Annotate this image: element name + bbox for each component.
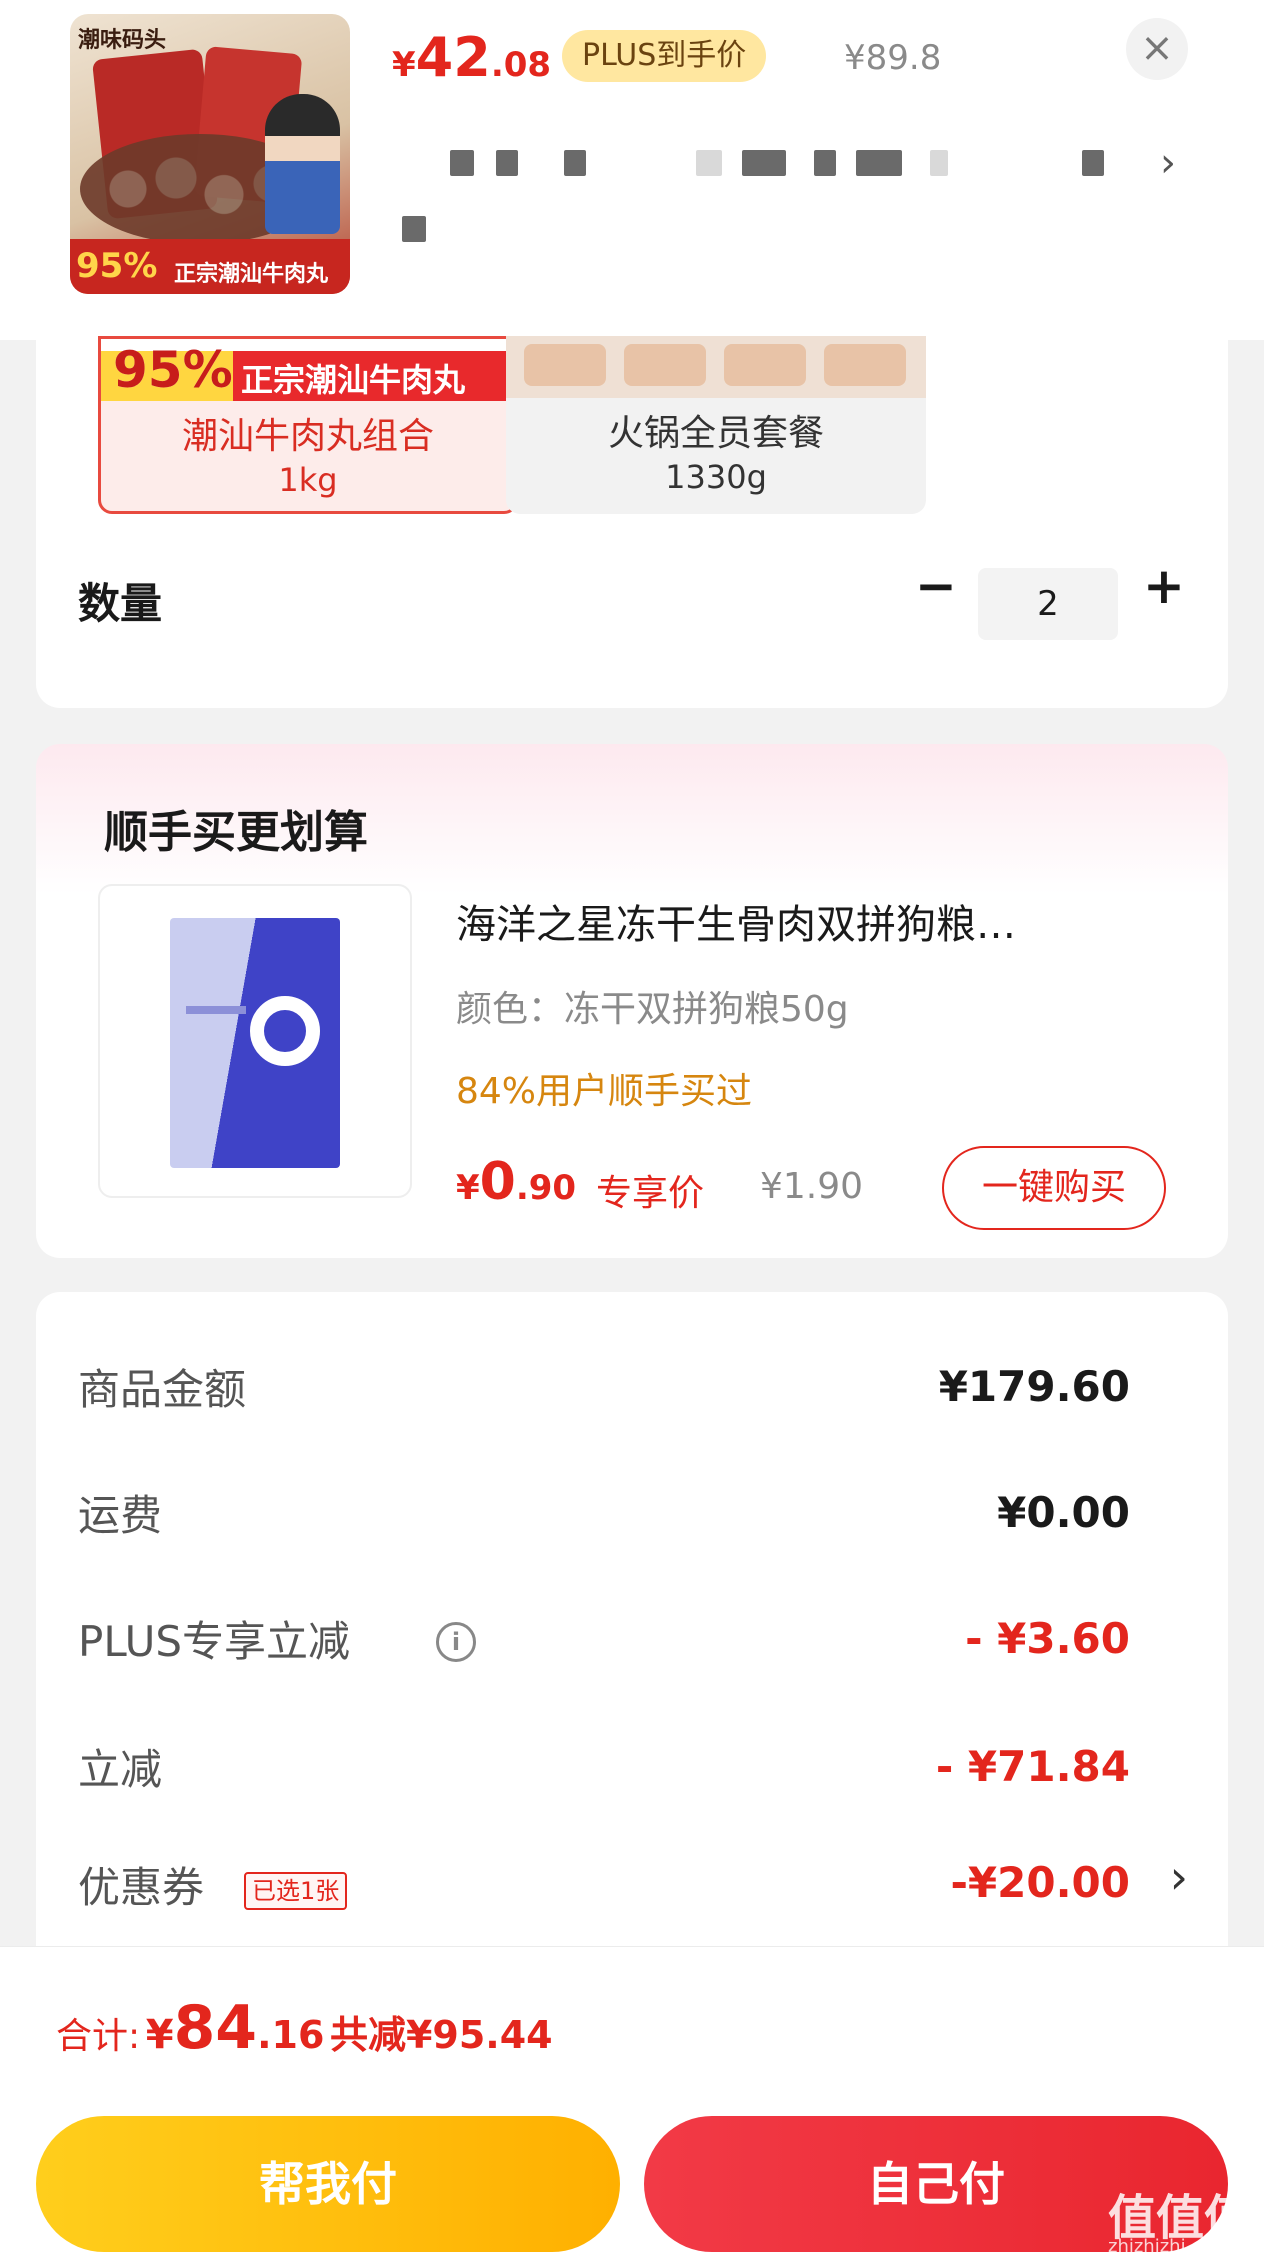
info-icon[interactable]: i [436,1622,476,1662]
summary-value-shipping: ¥0.00 [997,1488,1130,1537]
addon-original-price: ¥1.90 [760,1166,864,1207]
option-image-item [624,344,706,386]
addon-card: 顺手买更划算 海洋之星冻干生骨肉双拼狗粮… 颜色：冻干双拼狗粮50g 84%用户… [36,744,1228,1258]
addon-variant: 颜色：冻干双拼狗粮50g [456,989,849,1030]
help-me-pay-button[interactable]: 帮我付 [36,2116,620,2252]
addon-social-proof: 84%用户顺手买过 [456,1071,753,1112]
chevron-right-icon[interactable]: › [1160,140,1176,186]
addon-price: ¥0.90 [456,1152,576,1212]
product-thumbnail[interactable]: 潮味码头 95% 正宗潮汕牛肉丸 [70,14,350,294]
addon-product-name[interactable]: 海洋之星冻干生骨肉双拼狗粮… [456,892,1196,950]
redacted-text [696,150,722,176]
redacted-text [450,150,474,176]
product-header: 潮味码头 95% 正宗潮汕牛肉丸 ¥42.08 PLUS到手价 ¥89.8 × … [0,0,1264,340]
plus-price-tag: PLUS到手价 [562,30,767,82]
one-click-buy-button[interactable]: 一键购买 [942,1146,1166,1230]
addon-price-decimal: .90 [515,1168,577,1208]
option-image-item [724,344,806,386]
redacted-text [814,150,836,176]
summary-label-subtotal: 商品金额 [78,1365,247,1414]
option-percent: 95% [113,341,233,399]
summary-value-subtotal: ¥179.60 [938,1362,1130,1411]
watermark-url: zhizhizhi.com [1108,2236,1230,2257]
total-decimal: .16 [257,2013,325,2057]
redacted-text [930,150,948,176]
summary-label-plus-discount: PLUS专享立减 [78,1617,351,1666]
spec-option-selected[interactable]: 95% 正宗潮汕牛肉丸 潮汕牛肉丸组合 1kg [98,336,518,514]
thumbnail-brand: 潮味码头 [78,28,167,53]
price-currency: ¥ [392,45,416,85]
option-image-item [824,344,906,386]
redacted-text [856,150,902,176]
redacted-text [402,216,426,242]
addon-product-image[interactable] [98,884,412,1198]
thumbnail-percent: 95% [76,246,158,286]
summary-label-instant-discount: 立减 [78,1745,163,1794]
order-total: 合计: ¥84.16 共减¥95.44 [56,1993,553,2063]
spec-card: 95% 正宗潮汕牛肉丸 潮汕牛肉丸组合 1kg 火锅全员套餐 1330g 数量 … [36,336,1228,708]
close-icon[interactable]: × [1126,18,1188,80]
quantity-minus-button[interactable]: − [906,558,966,618]
option-weight: 1kg [278,461,338,499]
option-name: 火锅全员套餐 [607,413,824,454]
spec-option[interactable]: 火锅全员套餐 1330g [506,336,926,514]
price-decimal: .08 [490,45,552,85]
total-currency: ¥ [145,2012,174,2058]
option-name: 潮汕牛肉丸组合 [181,416,434,457]
quantity-input[interactable]: 2 [978,568,1118,640]
summary-value-plus-discount: - ¥3.60 [965,1614,1130,1663]
summary-label-shipping: 运费 [78,1491,163,1540]
plus-price: ¥42.08 [392,26,551,89]
redacted-text [564,150,586,176]
summary-value-coupon[interactable]: -¥20.00 [950,1858,1130,1907]
total-label: 合计: [56,2016,141,2057]
price-integer: 42 [415,26,491,89]
coupon-selected-badge: 已选1张 [244,1872,348,1910]
thumbnail-person [265,94,340,234]
option-slogan: 正宗潮汕牛肉丸 [241,361,466,399]
chevron-right-icon[interactable]: › [1170,1850,1188,1904]
pack-label [186,1006,246,1014]
action-bar: 帮我付 自己付 [0,2102,1264,2263]
quantity-plus-button[interactable]: + [1134,558,1194,618]
addon-price-integer: 0 [479,1152,516,1212]
pack-logo [250,996,320,1066]
thumbnail-slogan: 正宗潮汕牛肉丸 [174,262,329,287]
addon-title: 顺手买更划算 [104,807,368,858]
summary-label-coupon[interactable]: 优惠券 [78,1854,204,1915]
addon-price-currency: ¥ [456,1168,480,1208]
redacted-text [742,150,786,176]
original-price: ¥89.8 [844,38,942,78]
total-bar: 合计: ¥84.16 共减¥95.44 [0,1946,1264,2102]
redacted-text [496,150,518,176]
option-image-item [524,344,606,386]
option-weight: 1330g [665,458,767,496]
redacted-text [1082,150,1104,176]
quantity-label: 数量 [78,579,163,628]
addon-exclusive-label: 专享价 [596,1173,705,1214]
total-integer: 84 [173,1993,258,2063]
total-saved: 共减¥95.44 [329,2013,553,2057]
summary-value-instant-discount: - ¥71.84 [935,1742,1130,1791]
price-summary-card: 商品金额 ¥179.60 运费 ¥0.00 PLUS专享立减 i - ¥3.60… [36,1292,1228,2012]
